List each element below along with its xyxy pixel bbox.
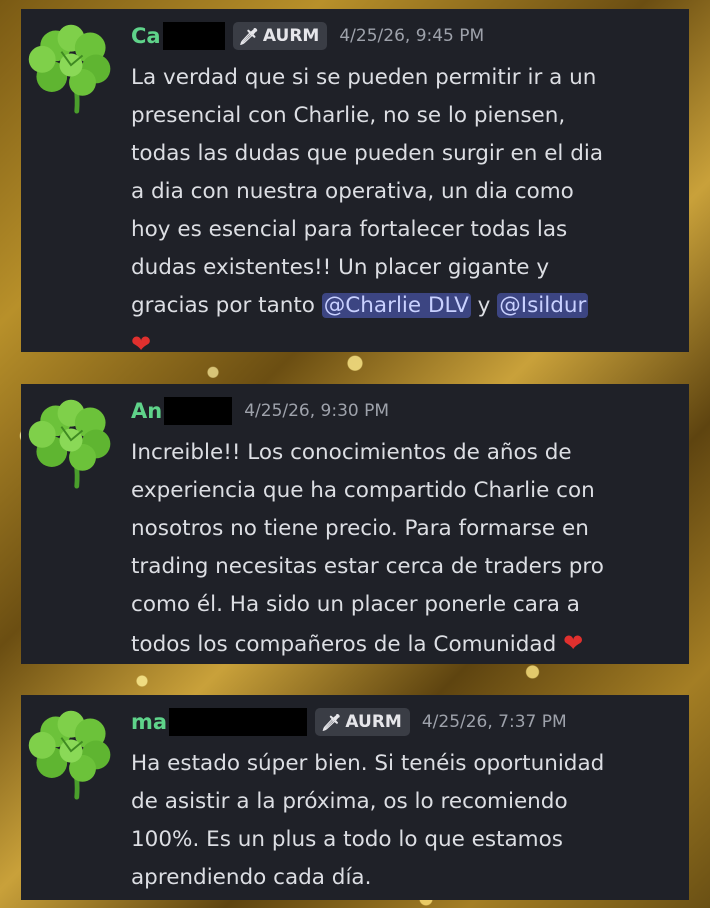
message-card-1: Ca 🗡 AURM 4/25/26, 9:45 PM La verdad que … [21, 9, 689, 358]
clover-avatar[interactable] [23, 19, 119, 115]
mention-isildur[interactable]: @Isildur [497, 293, 589, 318]
message-card-3: ma 🗡 AURM 4/25/26, 7:37 PM Ha estado súpe… [21, 695, 689, 900]
mention-charlie[interactable]: @Charlie DLV [321, 293, 471, 318]
message-card-2: An 4/25/26, 9:30 PM Increible!! Los cono… [21, 384, 689, 664]
role-badge[interactable]: 🗡 AURM [232, 22, 328, 50]
author-name[interactable]: Ca [131, 24, 161, 48]
clover-icon [28, 710, 111, 800]
heart-emoji: ❤ [131, 330, 152, 358]
message-header: ma 🗡 AURM 4/25/26, 7:37 PM [131, 707, 567, 737]
timestamp: 4/25/26, 9:30 PM [244, 401, 390, 421]
redaction-bar [169, 708, 308, 736]
timestamp: 4/25/26, 7:37 PM [421, 712, 567, 732]
clover-avatar[interactable] [23, 705, 119, 801]
sword-icon: 🗡 [321, 712, 342, 732]
timestamp: 4/25/26, 9:45 PM [339, 26, 485, 46]
redaction-bar [162, 22, 225, 50]
author-name[interactable]: An [131, 399, 162, 423]
redaction-bar [164, 397, 233, 425]
message-text: Ha estado súper bien. Si tenéis oportuni… [131, 751, 605, 890]
sword-icon: 🗡 [238, 26, 259, 46]
message-text: La verdad que si se pueden permitir ir a… [131, 65, 604, 358]
role-badge[interactable]: 🗡 AURM [315, 708, 410, 736]
message-header: Ca 🗡 AURM 4/25/26, 9:45 PM [131, 21, 484, 51]
clover-icon [28, 399, 111, 489]
message-text: Increible!! Los conocimientos de años de… [131, 440, 604, 657]
clover-avatar[interactable] [23, 394, 119, 490]
heart-emoji: ❤ [563, 629, 584, 657]
message-header: An 4/25/26, 9:30 PM [131, 396, 389, 426]
clover-icon [28, 24, 111, 114]
author-name[interactable]: ma [131, 710, 167, 734]
